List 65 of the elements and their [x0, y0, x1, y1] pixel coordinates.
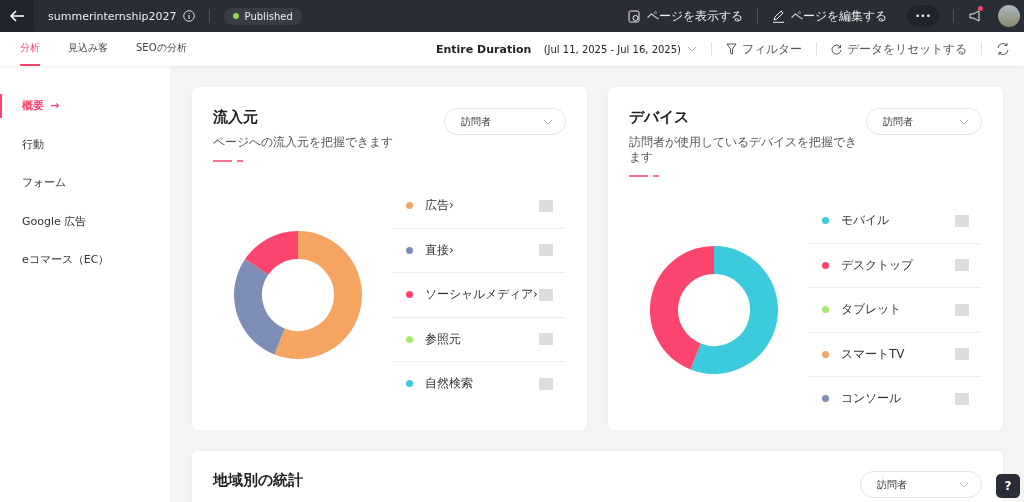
back-arrow-icon [9, 10, 25, 22]
card-subtitle: 訪問者が使用しているデバイスを把握できます [629, 135, 858, 165]
chevron-down-icon [959, 481, 969, 488]
duration-dropdown[interactable]: Entire Duration (Jul 11, 2025 - Jul 16, 2025) [436, 32, 697, 66]
status-badge: Published [223, 7, 302, 25]
filter-icon [726, 43, 737, 55]
blurred-value [539, 199, 553, 212]
view-page-button[interactable]: ページを表示する [628, 7, 743, 25]
sidebar-label: 概要 [22, 99, 44, 112]
legend-label: モバイル [841, 212, 890, 230]
visitor-dropdown[interactable]: 訪問者 [444, 108, 566, 135]
sidebar-item[interactable]: 行動 [0, 132, 170, 171]
legend-link[interactable]: 広告› [425, 197, 539, 215]
tab[interactable]: 見込み客 [68, 32, 108, 66]
pencil-icon [772, 9, 785, 23]
sidebar-item[interactable]: Google 広告 [0, 209, 170, 248]
card-title: 流入元 [213, 108, 259, 127]
accent-dash-icon [213, 160, 243, 162]
chevron-down-icon [687, 46, 697, 52]
legend-link[interactable]: 直接› [425, 241, 539, 259]
legend-label: タブレット [841, 301, 902, 319]
reset-data-button[interactable]: データをリセットする [831, 32, 967, 66]
sidebar-label: Google 広告 [22, 214, 87, 228]
visitor-dropdown[interactable]: 訪問者 [865, 108, 982, 135]
legend-label: コンソール [841, 390, 902, 408]
blurred-value [955, 259, 969, 272]
blurred-value [539, 288, 553, 301]
tab[interactable]: SEOの分析 [136, 32, 187, 66]
card-title: デバイス [629, 108, 690, 127]
refresh-icon[interactable] [996, 42, 1010, 56]
edit-page-button[interactable]: ページを編集する [772, 7, 887, 25]
sidebar-item[interactable]: eコマース（EC） [0, 248, 170, 287]
blurred-value [539, 333, 553, 346]
sidebar-label: 行動 [22, 137, 44, 151]
sidebar-label: eコマース（EC） [22, 253, 110, 266]
legend-label: 参照元 [425, 330, 462, 348]
reset-icon [831, 43, 842, 55]
blurred-value [539, 377, 553, 390]
blurred-value [955, 214, 969, 227]
chevron-down-icon [959, 118, 969, 125]
blurred-value [955, 348, 969, 361]
avatar[interactable] [998, 5, 1020, 27]
announcement-button[interactable] [968, 9, 984, 23]
blurred-value [955, 303, 969, 316]
card-title: 地域別の統計 [213, 471, 303, 490]
filter-button[interactable]: フィルター [726, 32, 802, 66]
card-subtitle: ページへの流入元を把握できます [213, 135, 393, 150]
legend-label: 自然検索 [425, 375, 474, 393]
sidebar-item[interactable]: フォーム [0, 171, 170, 210]
arrow-glyph: → [50, 99, 60, 112]
chevron-down-icon [543, 118, 553, 125]
legend-label: スマートTV [841, 345, 906, 363]
sidebar-label: フォーム [22, 176, 66, 189]
info-icon[interactable] [182, 10, 195, 22]
page-title: summerinternship2027 [48, 9, 177, 23]
accent-dash-icon [629, 175, 659, 177]
eye-page-icon [628, 9, 641, 23]
visitor-dropdown[interactable]: 訪問者 [860, 471, 982, 498]
help-button[interactable]: ? [996, 474, 1020, 498]
back-button[interactable] [0, 0, 34, 32]
legend-label: デスクトップ [841, 256, 915, 274]
more-button[interactable]: ••• [907, 5, 939, 27]
legend-link[interactable]: ソーシャルメディア› [425, 286, 539, 304]
blurred-value [539, 244, 553, 257]
blurred-value [955, 392, 969, 405]
